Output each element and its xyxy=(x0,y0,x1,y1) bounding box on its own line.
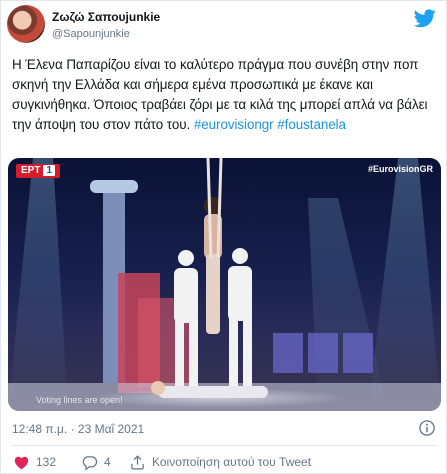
channel-logo-text: ΕΡΤ xyxy=(21,165,41,176)
hashtag-eurovisiongr[interactable]: #eurovisiongr xyxy=(194,117,274,132)
like-count: 132 xyxy=(36,455,57,469)
tweet-text: Η Έλενα Παπαρίζου είναι το καλύτερο πράγ… xyxy=(12,55,440,135)
divider xyxy=(12,445,438,446)
reply-count: 4 xyxy=(104,455,111,469)
tweet-card: Ζωζώ Σαπουjunkie @Sapounjunkie Η Έλενα Π… xyxy=(0,0,447,474)
channel-logo: ΕΡΤ 1 xyxy=(16,164,61,178)
share-label: Κοινοποίηση αυτού του Tweet xyxy=(152,455,312,469)
stage-performance-image xyxy=(8,158,441,411)
tweet-timestamp[interactable]: 12:48 π.μ. · 23 Μαΐ 2021 xyxy=(12,422,144,436)
twitter-bird-icon[interactable] xyxy=(414,7,436,29)
share-button[interactable]: Κοινοποίηση αυτού του Tweet xyxy=(129,452,311,472)
author-name[interactable]: Ζωζώ Σαπουjunkie xyxy=(52,10,160,24)
channel-number: 1 xyxy=(43,165,56,176)
reply-button[interactable]: 4 xyxy=(81,452,111,472)
heart-icon xyxy=(14,456,29,469)
avatar[interactable] xyxy=(7,5,45,43)
tweet-media[interactable]: ΕΡΤ 1 #EurovisionGR Voting lines are open… xyxy=(8,158,441,411)
info-icon[interactable] xyxy=(418,419,436,437)
overlay-hashtag: #EurovisionGR xyxy=(367,164,433,174)
author-handle[interactable]: @Sapounjunkie xyxy=(52,28,130,40)
action-bar: 132 4 Κοινοποίηση αυτού του Tweet xyxy=(1,452,447,472)
like-button[interactable]: 132 xyxy=(13,452,56,472)
reply-bubble-icon xyxy=(82,455,98,470)
share-icon xyxy=(131,454,144,470)
hashtag-foustanela[interactable]: #foustanela xyxy=(277,117,346,132)
tweet-header: Ζωζώ Σαπουjunkie @Sapounjunkie xyxy=(1,1,447,49)
overlay-caption: Voting lines are open! xyxy=(36,395,123,405)
